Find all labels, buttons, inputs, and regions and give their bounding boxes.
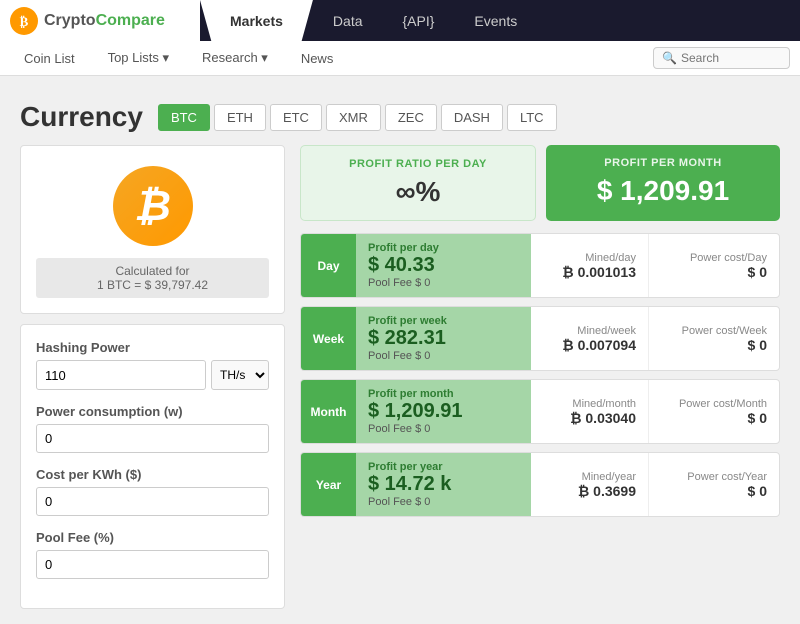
tab-ltc[interactable]: LTC <box>507 104 557 131</box>
tab-eth[interactable]: ETH <box>214 104 266 131</box>
hashing-power-label: Hashing Power <box>36 340 269 355</box>
pool-fee-input[interactable] <box>36 550 269 579</box>
calculated-for: Calculated for 1 BTC = $ 39,797.42 <box>36 258 269 298</box>
page-content: Currency BTC ETH ETC XMR ZEC DASH LTC ₿ … <box>0 76 800 624</box>
search-icon: 🔍 <box>662 51 677 65</box>
row-profit-year: Profit per year $ 14.72 k Pool Fee $ 0 <box>356 453 531 516</box>
row-label-day: Day <box>301 234 356 297</box>
logo-crypto: Crypto <box>44 12 96 30</box>
tab-xmr[interactable]: XMR <box>326 104 381 131</box>
nav-items: Markets Data {API} Events <box>200 0 537 41</box>
cost-per-kwh-group: Cost per KWh ($) <box>36 467 269 516</box>
cost-per-kwh-label: Cost per KWh ($) <box>36 467 269 482</box>
row-label-week: Week <box>301 307 356 370</box>
tab-btc[interactable]: BTC <box>158 104 210 131</box>
power-consumption-group: Power consumption (w) <box>36 404 269 453</box>
left-panel: ₿ Calculated for 1 BTC = $ 39,797.42 Has… <box>20 145 285 609</box>
profit-summary: PROFIT RATIO PER DAY ∞% PROFIT PER MONTH… <box>300 145 780 221</box>
row-label-month: Month <box>301 380 356 443</box>
bitcoin-logo: ₿ <box>113 166 193 246</box>
hashing-power-row: TH/s GH/s MH/s <box>36 360 269 390</box>
row-mined-week: Mined/week ₿ 0.007094 <box>531 307 649 370</box>
profit-month-value: $ 1,209.91 <box>561 175 765 207</box>
row-profit-day: Profit per day $ 40.33 Pool Fee $ 0 <box>356 234 531 297</box>
row-power-day: Power cost/Day $ 0 <box>649 234 779 297</box>
profit-row-year: Year Profit per year $ 14.72 k Pool Fee … <box>300 452 780 517</box>
nav-news[interactable]: News <box>287 45 348 72</box>
nav-top-lists[interactable]: Top Lists ▾ <box>94 44 183 72</box>
row-mined-year: Mined/year ₿ 0.3699 <box>531 453 649 516</box>
profit-row-month: Month Profit per month $ 1,209.91 Pool F… <box>300 379 780 444</box>
nav-api[interactable]: {API} <box>383 0 455 41</box>
search-box[interactable]: 🔍 <box>653 47 790 69</box>
form-panel: Hashing Power TH/s GH/s MH/s Power consu… <box>20 324 285 609</box>
profit-row-day: Day Profit per day $ 40.33 Pool Fee $ 0 … <box>300 233 780 298</box>
nav-research[interactable]: Research ▾ <box>188 44 282 72</box>
tab-dash[interactable]: DASH <box>441 104 503 131</box>
cost-per-kwh-input[interactable] <box>36 487 269 516</box>
tab-zec[interactable]: ZEC <box>385 104 437 131</box>
logo-area[interactable]: ₿ Crypto Compare <box>0 0 200 41</box>
logo-icon: ₿ <box>10 7 38 35</box>
row-power-month: Power cost/Month $ 0 <box>649 380 779 443</box>
row-power-week: Power cost/Week $ 0 <box>649 307 779 370</box>
profit-ratio-value: ∞% <box>316 176 520 208</box>
currency-header: Currency BTC ETH ETC XMR ZEC DASH LTC <box>20 91 780 145</box>
hashing-power-input[interactable] <box>36 360 206 390</box>
row-profit-month: Profit per month $ 1,209.91 Pool Fee $ 0 <box>356 380 531 443</box>
nav-coin-list[interactable]: Coin List <box>10 45 89 72</box>
svg-text:₿: ₿ <box>20 14 29 29</box>
row-mined-month: Mined/month ₿ 0.03040 <box>531 380 649 443</box>
nav-events[interactable]: Events <box>454 0 537 41</box>
currency-tabs: BTC ETH ETC XMR ZEC DASH LTC <box>158 104 557 131</box>
profit-rows: Day Profit per day $ 40.33 Pool Fee $ 0 … <box>300 233 780 517</box>
nav-markets[interactable]: Markets <box>200 0 313 41</box>
search-input[interactable] <box>681 51 781 65</box>
nav-data[interactable]: Data <box>313 0 383 41</box>
coin-card: ₿ Calculated for 1 BTC = $ 39,797.42 <box>20 145 285 314</box>
profit-month-card: PROFIT PER MONTH $ 1,209.91 <box>546 145 780 221</box>
right-panel: PROFIT RATIO PER DAY ∞% PROFIT PER MONTH… <box>300 145 780 609</box>
row-mined-day: Mined/day ₿ 0.001013 <box>531 234 649 297</box>
tab-etc[interactable]: ETC <box>270 104 322 131</box>
power-consumption-input[interactable] <box>36 424 269 453</box>
profit-row-week: Week Profit per week $ 282.31 Pool Fee $… <box>300 306 780 371</box>
currency-title: Currency <box>20 101 143 133</box>
pool-fee-label: Pool Fee (%) <box>36 530 269 545</box>
profit-month-label: PROFIT PER MONTH <box>561 157 765 169</box>
profit-ratio-card: PROFIT RATIO PER DAY ∞% <box>300 145 536 221</box>
logo-compare: Compare <box>96 12 165 30</box>
row-profit-week: Profit per week $ 282.31 Pool Fee $ 0 <box>356 307 531 370</box>
row-power-year: Power cost/Year $ 0 <box>649 453 779 516</box>
hashing-power-unit-select[interactable]: TH/s GH/s MH/s <box>211 360 269 390</box>
second-navigation: Coin List Top Lists ▾ Research ▾ News 🔍 <box>0 41 800 76</box>
pool-fee-group: Pool Fee (%) <box>36 530 269 579</box>
hashing-power-group: Hashing Power TH/s GH/s MH/s <box>36 340 269 390</box>
profit-ratio-label: PROFIT RATIO PER DAY <box>316 158 520 170</box>
main-content: ₿ Calculated for 1 BTC = $ 39,797.42 Has… <box>20 145 780 609</box>
top-navigation: ₿ Crypto Compare Markets Data {API} Even… <box>0 0 800 41</box>
row-label-year: Year <box>301 453 356 516</box>
power-consumption-label: Power consumption (w) <box>36 404 269 419</box>
